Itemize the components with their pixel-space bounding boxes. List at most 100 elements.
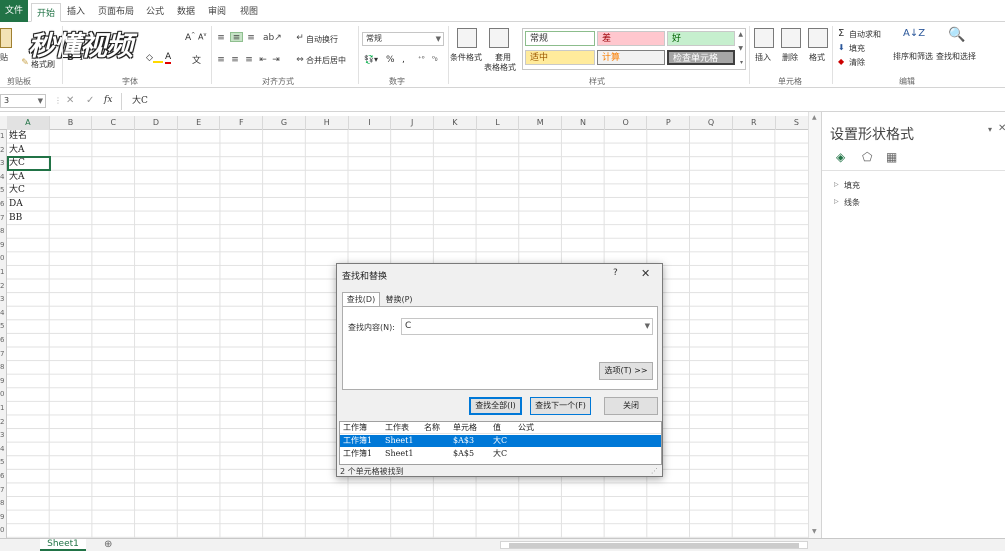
merge-center-icon[interactable]: ⇔ (295, 55, 305, 65)
delete-cells-icon[interactable] (781, 28, 801, 48)
format-as-table-icon[interactable] (489, 28, 509, 48)
align-top-icon[interactable]: ≡ (216, 33, 226, 43)
paste-label[interactable]: 贴 (0, 52, 8, 63)
column-header[interactable]: M (519, 116, 563, 130)
cell-a[interactable]: 大C (9, 184, 25, 197)
conditional-format-icon[interactable] (457, 28, 477, 48)
sort-filter-icon[interactable]: A↓Z (903, 28, 925, 39)
tab-file[interactable]: 文件 (0, 0, 28, 22)
tab-page-layout[interactable]: 页面布局 (98, 4, 134, 17)
expand-icon[interactable]: ▷ (834, 181, 839, 188)
tab-formulas[interactable]: 公式 (146, 4, 164, 17)
row-header[interactable]: 5 (0, 184, 7, 198)
row-header[interactable]: 1 (0, 402, 7, 416)
help-icon[interactable]: ? (613, 268, 618, 278)
row-header[interactable]: 9 (0, 239, 7, 253)
cell-a[interactable]: 大A (9, 171, 25, 184)
tab-home[interactable]: 开始 (31, 3, 62, 22)
column-header[interactable]: R (733, 116, 776, 130)
cell-a[interactable]: 姓名 (9, 130, 27, 143)
column-header[interactable]: O (605, 116, 648, 130)
format-cells-label[interactable]: 格式 (809, 52, 825, 63)
row-header[interactable]: 3 (0, 293, 7, 307)
cell-a[interactable]: DA (9, 198, 23, 211)
comma-icon[interactable]: , (402, 55, 405, 65)
row-header[interactable]: 3 (0, 429, 7, 443)
style-neutral[interactable]: 适中 (525, 50, 595, 65)
col-header-value[interactable]: 值 (493, 422, 501, 434)
row-header[interactable]: 7 (0, 348, 7, 362)
expand-icon[interactable]: ▷ (834, 198, 839, 205)
row-header[interactable]: 6 (0, 198, 7, 212)
style-normal[interactable]: 常规 (525, 31, 595, 46)
tab-replace[interactable]: 替换(P) (382, 293, 416, 307)
align-middle-icon[interactable]: ≡ (230, 32, 243, 43)
fill-color-icon[interactable]: ◇ (146, 53, 163, 63)
row-header[interactable]: 5 (0, 456, 7, 470)
horizontal-scrollbar[interactable] (500, 541, 808, 549)
row-header[interactable]: 8 (0, 497, 7, 511)
scrollbar-thumb[interactable] (509, 543, 799, 548)
indent-increase-icon[interactable]: ⇥ (271, 55, 281, 65)
row-header[interactable]: 3 (0, 157, 7, 171)
col-header-cell[interactable]: 单元格 (453, 422, 477, 434)
italic-icon[interactable]: I (80, 53, 84, 63)
gallery-scroll-down-icon[interactable]: ▼ (738, 45, 743, 52)
style-calculation[interactable]: 计算 (597, 50, 665, 65)
result-row[interactable]: 工作簿1 Sheet1 $A$5 大C (340, 448, 661, 460)
align-bottom-icon[interactable]: ≡ (246, 33, 256, 43)
fill-section[interactable]: 填充 (844, 180, 860, 191)
delete-cells-label[interactable]: 删除 (782, 52, 798, 63)
clear-label[interactable]: 清除 (849, 57, 865, 68)
find-next-button[interactable]: 查找下一个(F) (530, 397, 591, 415)
close-icon[interactable]: ✕ (641, 267, 650, 280)
decrease-font-icon[interactable]: Av (198, 32, 206, 42)
resize-grip-icon[interactable]: ⋰ (651, 467, 658, 475)
col-header-sheet[interactable]: 工作表 (385, 422, 409, 434)
line-section[interactable]: 线条 (844, 197, 860, 208)
column-header[interactable]: J (391, 116, 434, 130)
find-what-input[interactable]: C ▼ (401, 318, 653, 335)
style-check-cell[interactable]: 检查单元格 (667, 50, 735, 65)
format-as-table-label-2[interactable]: 表格格式 (484, 62, 516, 73)
tab-data[interactable]: 数据 (177, 4, 195, 17)
fill-icon[interactable]: ⬇ (838, 43, 845, 52)
column-header[interactable]: N (562, 116, 605, 130)
column-header[interactable]: F (221, 116, 264, 130)
currency-icon[interactable]: 💱▾ (364, 55, 378, 64)
col-header-workbook[interactable]: 工作簿 (343, 422, 367, 434)
row-header[interactable]: 7 (0, 212, 7, 226)
row-header[interactable]: 2 (0, 416, 7, 430)
row-header[interactable]: 4 (0, 171, 7, 185)
scroll-up-icon[interactable]: ▲ (812, 114, 817, 121)
column-header[interactable]: S (776, 116, 808, 130)
fill-label[interactable]: 填充 (849, 43, 865, 54)
tab-review[interactable]: 审阅 (208, 4, 226, 17)
paste-icon[interactable] (0, 28, 12, 48)
gallery-scroll-up-icon[interactable]: ▲ (738, 31, 743, 38)
row-header[interactable]: 5 (0, 320, 7, 334)
column-header[interactable]: H (306, 116, 349, 130)
align-center-icon[interactable]: ≡ (230, 55, 240, 65)
row-header[interactable]: 4 (0, 307, 7, 321)
row-header[interactable]: 0 (0, 524, 7, 538)
row-header[interactable]: 2 (0, 280, 7, 294)
column-header[interactable]: E (178, 116, 221, 130)
increase-font-icon[interactable]: A^ (185, 32, 195, 43)
insert-function-icon[interactable]: fx (104, 95, 112, 105)
merge-center-label[interactable]: 合并后居中 (306, 55, 346, 66)
decrease-decimal-icon[interactable]: ⁰₀ (432, 55, 438, 63)
column-header[interactable]: B (50, 116, 93, 130)
row-header[interactable]: 4 (0, 443, 7, 457)
number-format-select[interactable]: 常规 ▼ (362, 32, 444, 46)
column-header[interactable]: L (477, 116, 520, 130)
find-all-button[interactable]: 查找全部(I) (469, 397, 522, 415)
column-header[interactable]: D (135, 116, 178, 130)
tab-insert[interactable]: 插入 (67, 4, 85, 17)
column-header[interactable]: Q (690, 116, 733, 130)
orientation-icon[interactable]: ab↗ (263, 33, 282, 43)
close-icon[interactable]: ✕ (998, 123, 1005, 134)
insert-cells-icon[interactable] (754, 28, 774, 48)
column-header[interactable]: G (263, 116, 306, 130)
effects-icon[interactable]: ⬠ (862, 150, 872, 164)
